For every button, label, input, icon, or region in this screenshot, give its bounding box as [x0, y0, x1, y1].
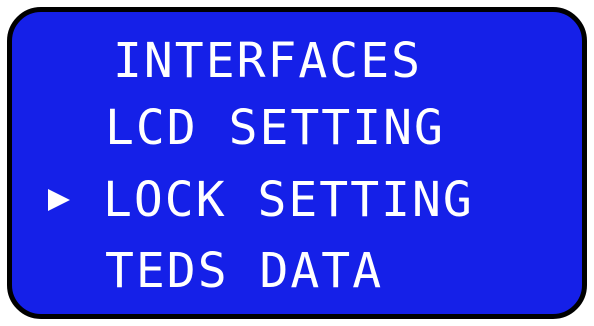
menu-item-lock-setting[interactable]: LOCK SETTING — [103, 175, 474, 225]
menu-item-interfaces[interactable]: INTERFACES — [113, 36, 422, 86]
menu-item-teds-data[interactable]: TEDS DATA — [105, 246, 383, 296]
menu-item-lcd-setting[interactable]: LCD SETTING — [105, 103, 445, 153]
selection-pointer-icon — [48, 189, 70, 211]
